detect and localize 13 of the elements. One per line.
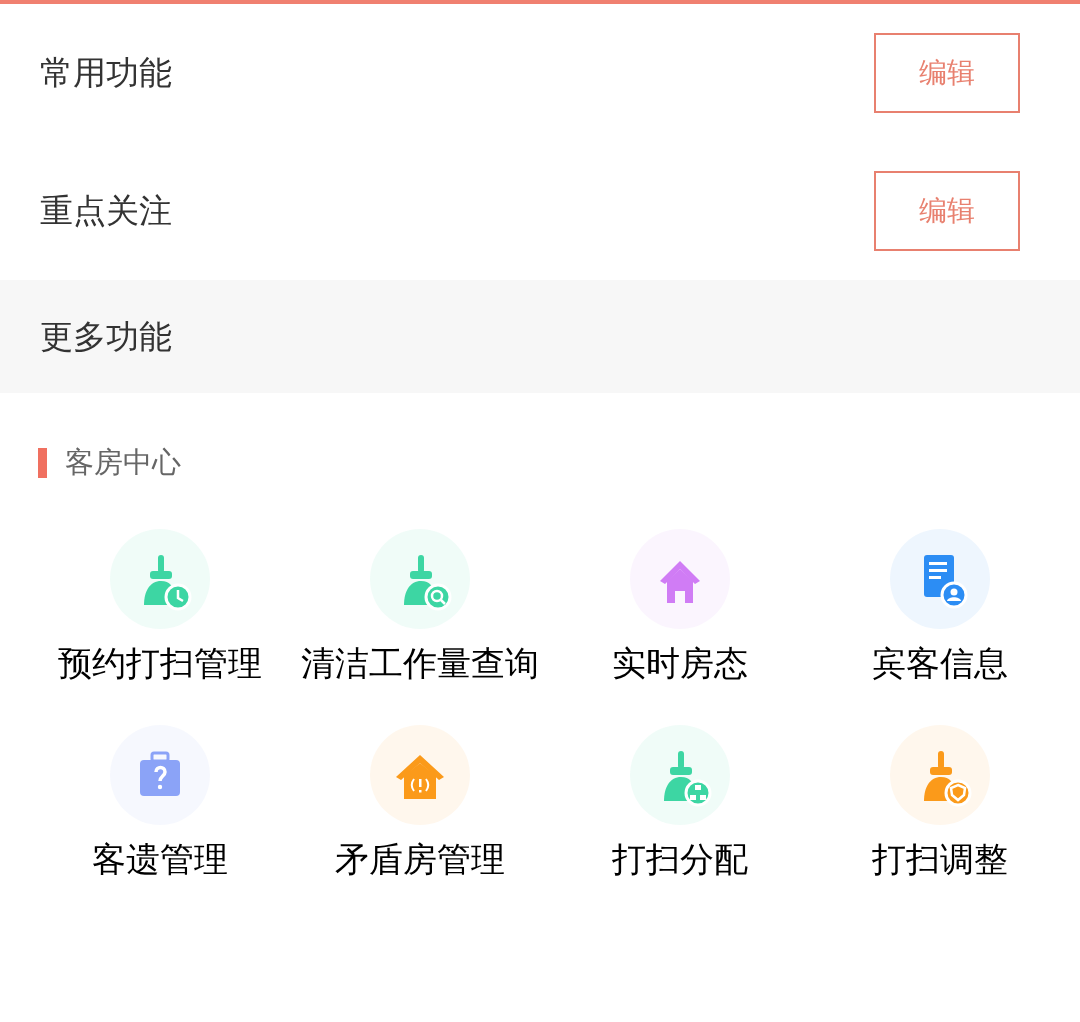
feature-label[interactable]: 清洁工作量查询 <box>295 640 545 685</box>
feature-label[interactable]: 矛盾房管理 <box>295 836 545 881</box>
category-title: 客房中心 <box>65 444 181 481</box>
accent-bar <box>38 447 47 478</box>
feature-label[interactable]: 实时房态 <box>555 640 805 685</box>
feature-label[interactable]: 宾客信息 <box>815 640 1065 685</box>
feature-label[interactable]: 打扫分配 <box>555 836 805 881</box>
feature-label[interactable]: 打扫调整 <box>815 836 1065 881</box>
section-title: 常用功能 <box>40 52 172 95</box>
section-title: 更多功能 <box>40 315 172 358</box>
feature-label[interactable]: 预约打扫管理 <box>35 640 285 685</box>
section-title: 重点关注 <box>40 190 172 233</box>
feature-label[interactable]: 客遗管理 <box>35 836 285 881</box>
